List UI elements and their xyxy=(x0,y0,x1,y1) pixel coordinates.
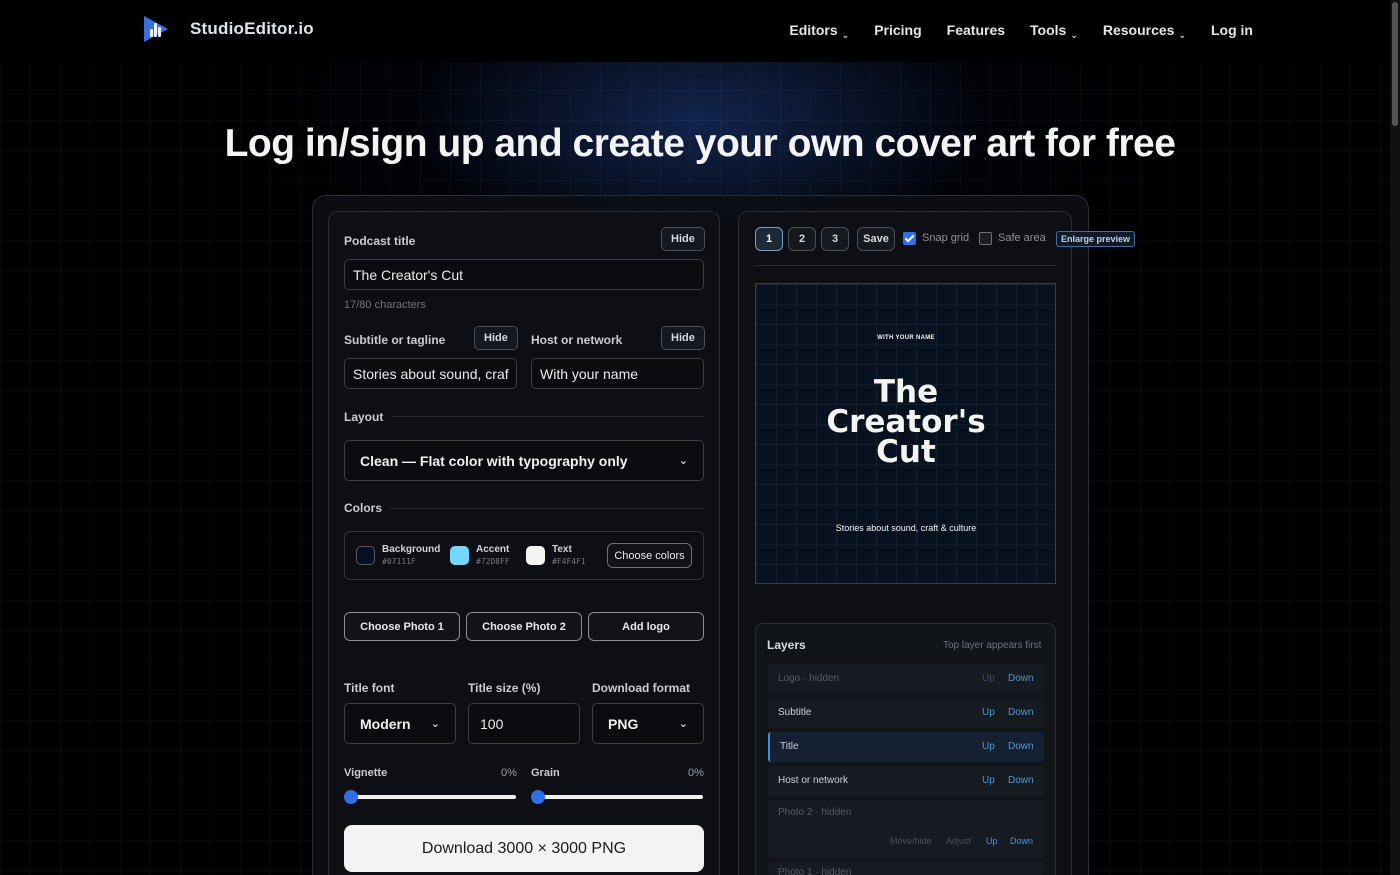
logo-icon xyxy=(142,16,168,42)
snap-grid-label: Snap grid xyxy=(922,232,970,244)
hide-host-button[interactable]: Hide xyxy=(661,326,705,350)
host-input[interactable]: With your name xyxy=(531,358,704,389)
scrollbar-thumb[interactable] xyxy=(1392,2,1398,126)
layer-down-button[interactable]: Down xyxy=(1008,673,1034,684)
layer-up-button[interactable]: Up xyxy=(982,673,995,684)
title-size-label: Title size (%) xyxy=(468,681,541,695)
layer-row-title[interactable]: Title Up Down xyxy=(768,732,1044,762)
accent-color-swatch[interactable] xyxy=(450,546,469,565)
vignette-value: 0% xyxy=(501,767,517,779)
canvas-host-text[interactable]: WITH YOUR NAME xyxy=(756,335,1056,341)
layer-down-button[interactable]: Down xyxy=(1008,741,1034,752)
cover-canvas[interactable]: WITH YOUR NAME The Creator's Cut Stories… xyxy=(755,283,1056,584)
chevron-down-icon: ⌄ xyxy=(1070,30,1078,40)
background-color-swatch[interactable] xyxy=(356,546,375,565)
save-button[interactable]: Save xyxy=(857,227,895,251)
podcast-title-label: Podcast title xyxy=(344,234,416,248)
canvas-subtitle-text[interactable]: Stories about sound, craft & culture xyxy=(756,523,1056,533)
layer-down-button[interactable]: Down xyxy=(1010,836,1033,846)
page-3-button[interactable]: 3 xyxy=(821,227,849,251)
top-navigation-bar: StudioEditor.io Editors ⌄ Pricing Feature… xyxy=(0,0,1390,62)
layer-up-button[interactable]: Up xyxy=(982,707,995,718)
main-nav: Editors ⌄ Pricing Features Tools ⌄ Resourc… xyxy=(789,22,1253,40)
text-color-swatch[interactable] xyxy=(526,546,545,565)
layout-divider xyxy=(392,416,704,417)
colors-divider xyxy=(390,508,704,509)
grain-value: 0% xyxy=(688,767,704,779)
nav-tools[interactable]: Tools ⌄ xyxy=(1030,22,1078,40)
nav-pricing[interactable]: Pricing xyxy=(874,22,921,38)
layer-up-button[interactable]: Up xyxy=(986,836,998,846)
chevron-down-icon: ⌄ xyxy=(841,30,850,40)
layers-title: Layers xyxy=(767,638,806,652)
page-1-button[interactable]: 1 xyxy=(755,227,783,251)
nav-editors[interactable]: Editors ⌄ xyxy=(789,22,850,40)
layer-row-logo[interactable]: Logo · hidden Up Down xyxy=(768,664,1044,694)
subtitle-input[interactable]: Stories about sound, craf xyxy=(344,358,517,389)
vignette-slider-track[interactable] xyxy=(346,795,516,799)
preview-divider xyxy=(754,265,1056,266)
vignette-label: Vignette xyxy=(344,767,388,779)
grain-slider-track[interactable] xyxy=(533,795,703,799)
safe-area-checkbox[interactable] xyxy=(979,232,992,245)
nav-resources[interactable]: Resources ⌄ xyxy=(1103,22,1186,40)
layer-up-button[interactable]: Up xyxy=(982,775,995,786)
download-button[interactable]: Download 3000 × 3000 PNG xyxy=(344,825,704,872)
choose-photo-1-button[interactable]: Choose Photo 1 xyxy=(344,612,460,641)
page-2-button[interactable]: 2 xyxy=(788,227,816,251)
layers-note: Top layer appears first xyxy=(943,640,1042,651)
subtitle-label: Subtitle or tagline xyxy=(344,333,446,347)
accent-color-name: Accent xyxy=(476,544,510,555)
safe-area-label: Safe area xyxy=(998,232,1046,244)
layer-down-button[interactable]: Down xyxy=(1008,775,1034,786)
vignette-slider-thumb[interactable] xyxy=(344,790,358,804)
podcast-title-input[interactable]: The Creator's Cut xyxy=(344,259,704,290)
background-color-name: Background xyxy=(382,544,441,555)
host-label: Host or network xyxy=(531,333,623,347)
accent-color-hex: #72D8FF xyxy=(476,557,510,566)
char-count: 17/80 characters xyxy=(344,299,426,311)
layer-row-host[interactable]: Host or network Up Down xyxy=(768,766,1044,796)
colors-label: Colors xyxy=(344,501,383,515)
download-format-select[interactable]: PNG ⌄ xyxy=(592,703,704,744)
layer-up-button[interactable]: Up xyxy=(982,741,995,752)
hide-subtitle-button[interactable]: Hide xyxy=(474,326,518,350)
layer-row-photo-2[interactable]: Photo 2 · hidden Move/hide Adjust Up Dow… xyxy=(768,800,1044,858)
text-color-name: Text xyxy=(552,544,572,555)
text-color-hex: #F4F4F1 xyxy=(552,557,586,566)
layer-adjust-button[interactable]: Adjust xyxy=(946,836,971,846)
chevron-down-icon: ⌄ xyxy=(1178,30,1186,40)
title-font-label: Title font xyxy=(344,681,395,695)
chevron-down-icon: ⌄ xyxy=(430,718,440,730)
add-logo-button[interactable]: Add logo xyxy=(588,612,704,641)
choose-colors-button[interactable]: Choose colors xyxy=(607,543,692,568)
brand-logo[interactable]: StudioEditor.io xyxy=(142,16,314,42)
nav-features[interactable]: Features xyxy=(947,22,1005,38)
brand-name: StudioEditor.io xyxy=(190,19,314,38)
chevron-down-icon: ⌄ xyxy=(678,718,688,730)
snap-grid-checkbox[interactable] xyxy=(903,232,916,245)
grain-slider-thumb[interactable] xyxy=(531,790,545,804)
choose-photo-2-button[interactable]: Choose Photo 2 xyxy=(466,612,582,641)
layer-move-hide-button[interactable]: Move/hide xyxy=(890,836,932,846)
layer-row-subtitle[interactable]: Subtitle Up Down xyxy=(768,698,1044,728)
enlarge-preview-button[interactable]: Enlarge preview xyxy=(1056,231,1136,247)
nav-login[interactable]: Log in xyxy=(1211,22,1253,38)
chevron-down-icon: ⌄ xyxy=(678,455,688,467)
grain-label: Grain xyxy=(531,767,560,779)
title-font-select[interactable]: Modern ⌄ xyxy=(344,703,456,744)
hide-title-button[interactable]: Hide xyxy=(661,227,705,251)
layer-down-button[interactable]: Down xyxy=(1008,707,1034,718)
layout-label: Layout xyxy=(344,410,384,424)
layout-select[interactable]: Clean — Flat color with typography only ⌄ xyxy=(344,440,704,481)
title-size-input[interactable]: 100 xyxy=(468,703,580,744)
download-format-label: Download format xyxy=(592,681,690,695)
layer-row-photo-1[interactable]: Photo 1 · hidden xyxy=(768,862,1044,875)
canvas-title-text[interactable]: The Creator's Cut xyxy=(756,377,1056,468)
background-color-hex: #07111F xyxy=(382,557,416,566)
page-title: Log in/sign up and create your own cover… xyxy=(224,122,1176,165)
